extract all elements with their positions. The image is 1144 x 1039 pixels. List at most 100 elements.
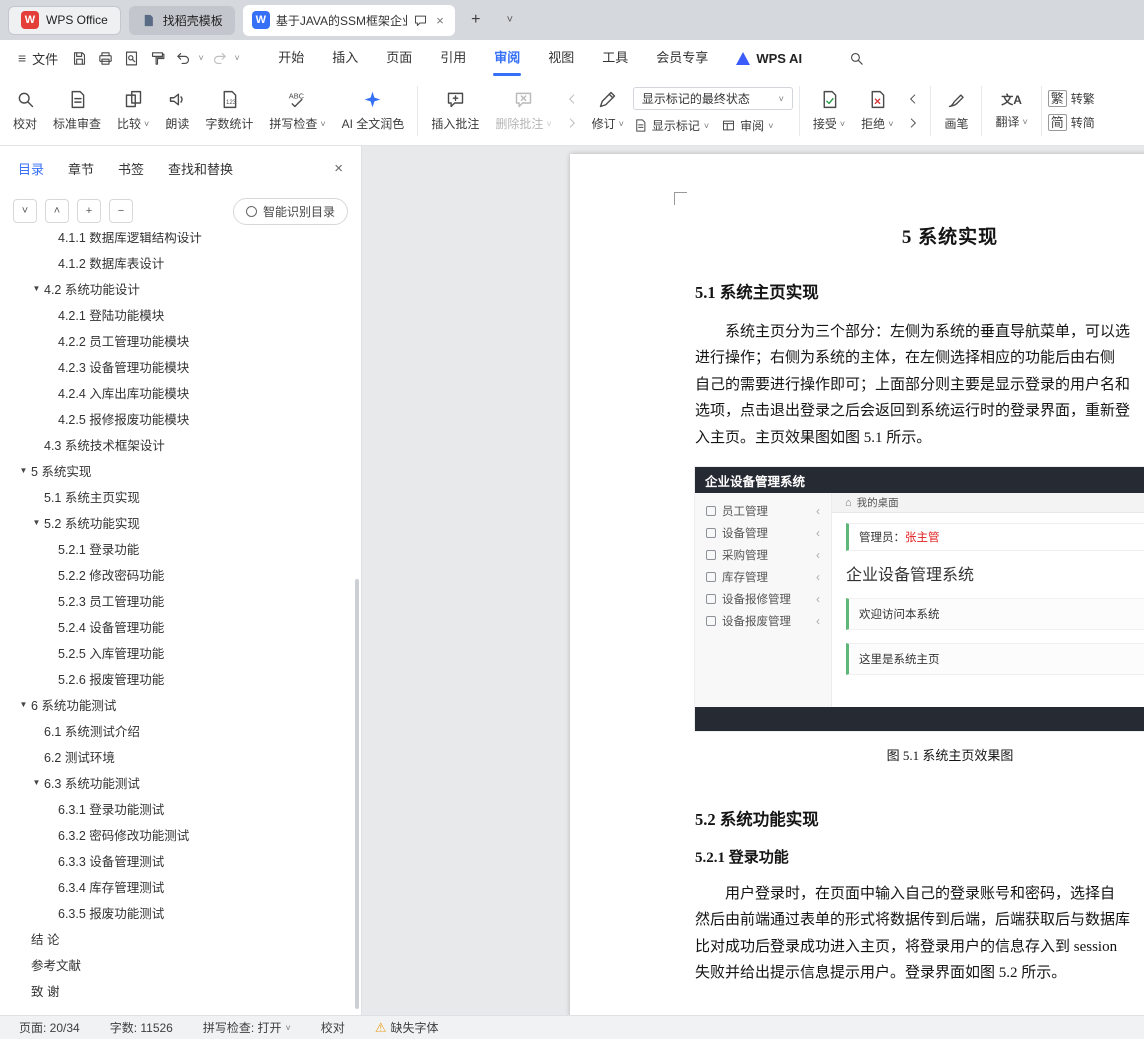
file-menu-button[interactable]: ≡ 文件	[10, 44, 66, 72]
expand-all-button[interactable]: ˄	[45, 199, 69, 223]
new-tab-button[interactable]: +	[463, 7, 489, 33]
print-preview-button[interactable]	[118, 45, 144, 71]
word-count-indicator[interactable]: 字数: 11526	[110, 1019, 173, 1036]
toc-item[interactable]: 4.1.1 数据库逻辑结构设计	[0, 232, 361, 249]
zoom-out-button[interactable]: −	[109, 199, 133, 223]
toc-item[interactable]: 4.2.5 报修报废功能模块	[0, 405, 361, 431]
read-aloud-button[interactable]: 朗读	[158, 80, 196, 142]
close-tab-icon[interactable]: ×	[434, 13, 446, 28]
tab-bookmarks[interactable]: 书签	[118, 159, 144, 178]
spell-check-button[interactable]: 拼写检查 ˅	[262, 80, 332, 142]
proofread-status[interactable]: 校对	[321, 1019, 345, 1036]
toc-item[interactable]: 6.3.2 密码修改功能测试	[0, 821, 361, 847]
menu-tab-start[interactable]: 开始	[264, 40, 318, 76]
menu-tab-view[interactable]: 视图	[534, 40, 588, 76]
accept-button[interactable]: 接受 ˅	[806, 80, 852, 142]
toc-item[interactable]: 参考文献	[0, 951, 361, 977]
toc-expand-icon[interactable]: ▼	[29, 778, 44, 787]
toc-item[interactable]: 6.3.1 登录功能测试	[0, 795, 361, 821]
search-button[interactable]	[842, 44, 870, 72]
toc-item[interactable]: 6.3.4 库存管理测试	[0, 873, 361, 899]
undo-button[interactable]	[170, 45, 196, 71]
format-painter-button[interactable]	[144, 45, 170, 71]
toc-item[interactable]: ▼ 4.2 系统功能设计	[0, 275, 361, 301]
translate-button[interactable]: 文A 翻译 ˅	[988, 80, 1034, 142]
insert-comment-button[interactable]: 插入批注	[424, 80, 486, 142]
show-markup-button[interactable]: 显示标记 ˅	[633, 117, 709, 134]
undo-caret-icon[interactable]: ˅	[196, 53, 206, 63]
track-changes-button[interactable]: 修订 ˅	[585, 80, 631, 142]
to-simplified-button[interactable]: 简转简	[1047, 114, 1095, 131]
toc-item[interactable]: 6.3.5 报废功能测试	[0, 899, 361, 925]
template-tab[interactable]: 找稻壳模板	[128, 5, 235, 35]
toc-item[interactable]: ▼ 6.3 系统功能测试	[0, 769, 361, 795]
toc-item[interactable]: 4.1.2 数据库表设计	[0, 249, 361, 275]
toc-item[interactable]: 5.2.4 设备管理功能	[0, 613, 361, 639]
print-button[interactable]	[92, 45, 118, 71]
compare-button[interactable]: 比较 ˅	[110, 80, 156, 142]
toc-item[interactable]: 结 论	[0, 925, 361, 951]
toc-item[interactable]: 6.1 系统测试介绍	[0, 717, 361, 743]
zoom-in-button[interactable]: +	[77, 199, 101, 223]
toc-item[interactable]: ▼ 5.2 系统功能实现	[0, 509, 361, 535]
markup-state-dropdown[interactable]: 显示标记的最终状态 ˅	[632, 87, 793, 110]
embedded-figure[interactable]: 企业设备管理系统 员工管理 ‹ 设备管理 ‹ 采购管理 ‹ 库存管理 ‹ 设备报…	[695, 467, 1144, 732]
toc-expand-icon[interactable]: ▼	[29, 284, 44, 293]
menu-tab-reference[interactable]: 引用	[426, 40, 480, 76]
toc-item[interactable]: 5.1 系统主页实现	[0, 483, 361, 509]
standard-review-button[interactable]: 标准审查	[46, 80, 108, 142]
word-count-button[interactable]: 字数统计	[198, 80, 260, 142]
save-button[interactable]	[66, 45, 92, 71]
next-revision-icon[interactable]	[906, 116, 920, 130]
menu-tab-page[interactable]: 页面	[372, 40, 426, 76]
toc-expand-icon[interactable]: ▼	[29, 518, 44, 527]
wps-home-tab[interactable]: W WPS Office	[8, 5, 121, 35]
redo-caret-icon[interactable]: ˅	[232, 53, 242, 63]
reject-button[interactable]: 拒绝 ˅	[854, 80, 900, 142]
toc-item[interactable]: 4.3 系统技术框架设计	[0, 431, 361, 457]
menu-tab-review[interactable]: 审阅	[480, 40, 534, 76]
document-page[interactable]: 5 系统实现 5.1 系统主页实现 系统主页分为三个部分：左侧为系统的垂直导航菜…	[570, 154, 1144, 1015]
previous-comment-icon[interactable]	[565, 92, 579, 106]
proofread-button[interactable]: 校对	[6, 80, 44, 142]
toc-item[interactable]: ▼ 6 系统功能测试	[0, 691, 361, 717]
tab-chapters[interactable]: 章节	[68, 159, 94, 178]
toc-item[interactable]: 4.2.4 入库出库功能模块	[0, 379, 361, 405]
tab-list-caret-icon[interactable]: ˅	[497, 7, 523, 33]
comment-bubble-icon[interactable]	[413, 13, 428, 28]
toc-expand-icon[interactable]: ▼	[16, 700, 31, 709]
ink-pen-button[interactable]: 画笔	[937, 80, 975, 142]
toc-scroll-area[interactable]: 4.1.1 数据库逻辑结构设计 4.1.2 数据库表设计 ▼ 4.2 系统功能设…	[0, 232, 361, 1015]
toc-item[interactable]: 5.2.2 修改密码功能	[0, 561, 361, 587]
tab-contents[interactable]: 目录	[18, 159, 44, 178]
tab-find-replace[interactable]: 查找和替换	[168, 159, 233, 178]
smart-toc-button[interactable]: 智能识别目录	[232, 197, 348, 225]
sidebar-scrollbar[interactable]	[355, 579, 359, 1009]
toc-item[interactable]: 5.2.5 入库管理功能	[0, 639, 361, 665]
toc-item[interactable]: ▼ 5 系统实现	[0, 457, 361, 483]
toc-item[interactable]: 6.2 测试环境	[0, 743, 361, 769]
toc-item[interactable]: 致 谢	[0, 977, 361, 1003]
wps-ai-button[interactable]: WPS AI	[722, 40, 816, 76]
toc-expand-icon[interactable]: ▼	[16, 466, 31, 475]
toc-item[interactable]: 5.2.3 员工管理功能	[0, 587, 361, 613]
menu-tab-membership[interactable]: 会员专享	[642, 40, 722, 76]
review-pane-button[interactable]: 审阅 ˅	[721, 117, 773, 134]
toc-item[interactable]: 6.3.3 设备管理测试	[0, 847, 361, 873]
missing-font-warning[interactable]: ⚠ 缺失字体	[375, 1019, 439, 1036]
toc-item[interactable]: 5.2.6 报废管理功能	[0, 665, 361, 691]
page-indicator[interactable]: 页面: 20/34	[19, 1019, 80, 1036]
document-tab[interactable]: W 基于JAVA的SSM框架企业设 ×	[242, 4, 455, 36]
collapse-all-button[interactable]: ˅	[13, 199, 37, 223]
next-comment-icon[interactable]	[565, 116, 579, 130]
toc-item[interactable]: 4.2.3 设备管理功能模块	[0, 353, 361, 379]
spell-check-status[interactable]: 拼写检查: 打开 ˅	[203, 1019, 291, 1036]
menu-tab-insert[interactable]: 插入	[318, 40, 372, 76]
previous-revision-icon[interactable]	[906, 92, 920, 106]
ai-polish-button[interactable]: AI 全文润色	[335, 80, 412, 142]
toc-item[interactable]: 5.2.1 登录功能	[0, 535, 361, 561]
to-traditional-button[interactable]: 繁转繁	[1047, 90, 1095, 107]
delete-comment-button[interactable]: 删除批注 ˅	[488, 80, 558, 142]
toc-item[interactable]: 4.2.1 登陆功能模块	[0, 301, 361, 327]
toc-item[interactable]: 4.2.2 员工管理功能模块	[0, 327, 361, 353]
